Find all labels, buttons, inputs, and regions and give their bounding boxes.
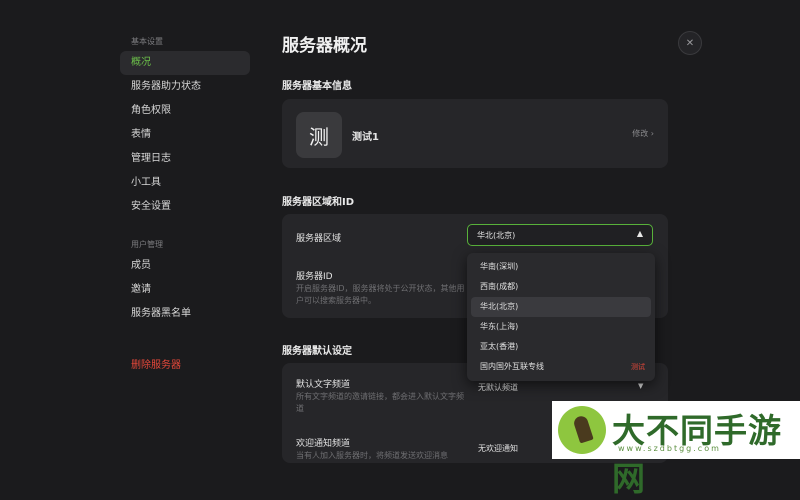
sidebar-item-roles[interactable]: 角色权限	[120, 99, 250, 123]
region-select-value: 华北(北京)	[477, 231, 516, 240]
welcome-channel-select[interactable]: 无欢迎通知	[478, 443, 518, 454]
watermark: 大不同手游网 www.szdbtgg.com	[552, 401, 800, 498]
sidebar-item-overview[interactable]: 概况	[120, 51, 250, 75]
server-id-label: 服务器ID	[296, 272, 333, 282]
caret-up-icon: ▲	[636, 229, 643, 238]
close-icon[interactable]: ✕	[678, 31, 702, 55]
region-label: 服务器区域	[296, 234, 342, 244]
defaults-heading: 服务器默认设定	[282, 346, 352, 357]
sidebar-item-widgets[interactable]: 小工具	[120, 171, 250, 195]
settings-sidebar: 基本设置 概况 服务器助力状态 角色权限 表情 管理日志 小工具 安全设置 用户…	[120, 30, 250, 378]
default-text-channel-value: 无默认频道	[478, 383, 518, 392]
server-info-card: 测 测试1 修改 ›	[282, 99, 668, 168]
sidebar-item-members[interactable]: 成员	[120, 254, 250, 278]
delete-server-button[interactable]: 删除服务器	[120, 354, 250, 378]
caret-down-icon: ▼	[638, 382, 644, 390]
sidebar-item-boost-status[interactable]: 服务器助力状态	[120, 75, 250, 99]
server-avatar[interactable]: 测	[296, 112, 342, 158]
region-select[interactable]: 华北(北京) ▲	[467, 224, 653, 246]
watermark-url: www.szdbtgg.com	[618, 444, 721, 453]
default-text-channel-select[interactable]: 无默认频道 ▼	[478, 382, 643, 393]
test-tag: 测试	[631, 363, 645, 371]
region-option-shenzhen[interactable]: 华南(深圳)	[471, 257, 651, 277]
sidebar-item-emoji[interactable]: 表情	[120, 123, 250, 147]
section-user-management: 用户管理	[131, 240, 163, 249]
welcome-channel-description: 当有人加入服务器时，将频道发送欢迎消息	[296, 451, 448, 460]
region-option-chengdu[interactable]: 西南(成都)	[471, 277, 651, 297]
edit-server-link[interactable]: 修改 ›	[632, 128, 654, 139]
region-option-beijing[interactable]: 华北(北京)	[471, 297, 651, 317]
default-text-channel-label: 默认文字频道	[296, 380, 351, 390]
welcome-channel-label: 欢迎通知频道	[296, 439, 351, 449]
region-option-shanghai[interactable]: 华东(上海)	[471, 317, 651, 337]
page-title: 服务器概况	[282, 36, 367, 56]
section-basic-settings: 基本设置	[131, 37, 163, 46]
sidebar-item-security[interactable]: 安全设置	[120, 195, 250, 219]
sidebar-item-blacklist[interactable]: 服务器黑名单	[120, 302, 250, 326]
region-option-dedicated-line-label: 国内国外互联专线	[480, 362, 544, 371]
server-id-description: 开启服务器ID，服务器将处于公开状态，其他用户可以搜索服务器中。	[296, 284, 465, 305]
region-option-dedicated-line[interactable]: 国内国外互联专线 测试	[471, 357, 651, 377]
sidebar-item-audit-log[interactable]: 管理日志	[120, 147, 250, 171]
region-dropdown-menu: 华南(深圳) 西南(成都) 华北(北京) 华东(上海) 亚太(香港) 国内国外互…	[467, 253, 655, 381]
server-name: 测试1	[352, 132, 379, 143]
region-option-hongkong[interactable]: 亚太(香港)	[471, 337, 651, 357]
watermark-logo-icon	[558, 406, 606, 454]
sidebar-item-invites[interactable]: 邀请	[120, 278, 250, 302]
region-id-heading: 服务器区域和ID	[282, 197, 355, 208]
basic-info-heading: 服务器基本信息	[282, 81, 352, 92]
default-text-channel-description: 所有文字频道的邀请链接，都会进入默认文字频道	[296, 392, 464, 413]
welcome-channel-value: 无欢迎通知	[478, 444, 518, 453]
